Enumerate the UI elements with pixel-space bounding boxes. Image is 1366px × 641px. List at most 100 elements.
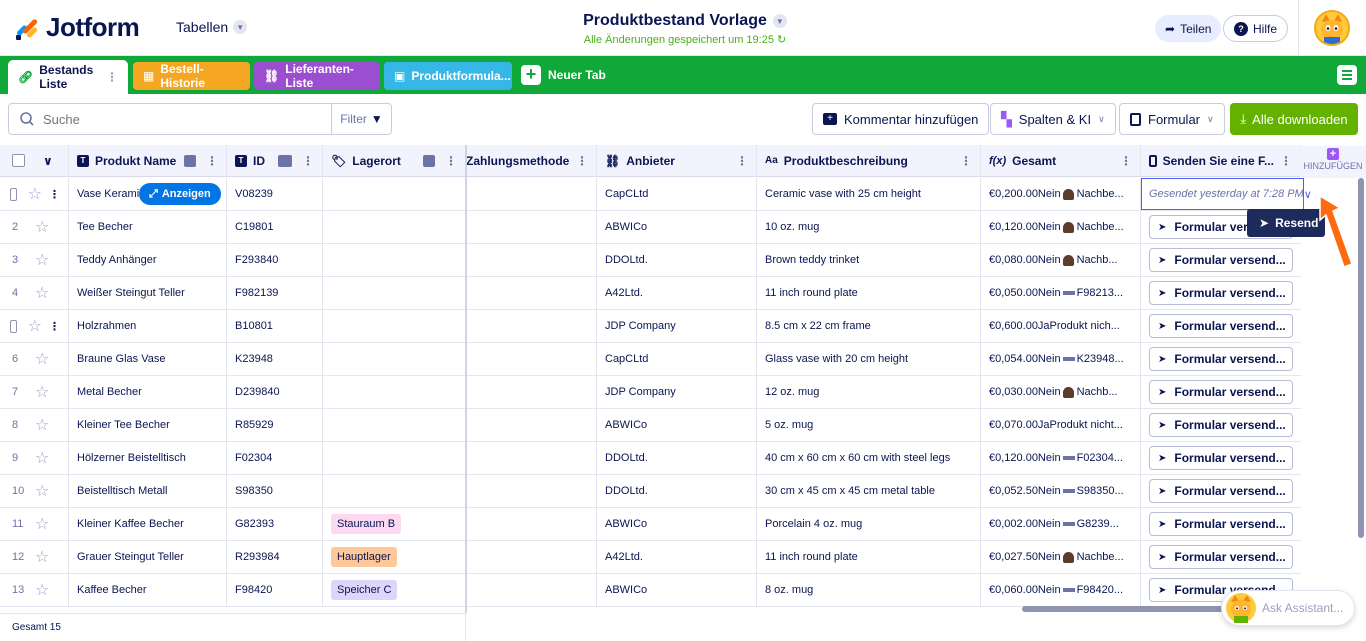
resend-button[interactable]: ➤ Resend (1247, 209, 1325, 237)
star-icon[interactable]: ☆ (35, 481, 49, 501)
cell-payment[interactable] (466, 376, 597, 409)
cell-location[interactable] (323, 343, 466, 376)
cell-location[interactable] (323, 277, 466, 310)
cell-payment[interactable] (466, 178, 597, 211)
cell-description[interactable]: Ceramic vase with 25 cm height (757, 178, 981, 211)
add-comment-button[interactable]: + Kommentar hinzufügen (812, 103, 990, 135)
row-checkbox[interactable] (10, 187, 17, 201)
cell-name[interactable]: Holzrahmen (69, 310, 227, 343)
cell-total[interactable]: €0,060.00Nein F98420... (981, 574, 1141, 607)
column-header-payment[interactable]: Zahlungsmethode ⋮ (466, 145, 597, 177)
column-header-id[interactable]: T ID ⋮ (227, 145, 323, 177)
filter-button[interactable]: Filter ▼ (331, 104, 391, 134)
tab-menu-button[interactable] (1337, 65, 1357, 85)
cell-total[interactable]: €0,027.50Nein Nachbe... (981, 541, 1141, 574)
cell-description[interactable]: 8 oz. mug (757, 574, 981, 607)
cell-description[interactable]: 30 cm x 45 cm x 45 cm metal table (757, 475, 981, 508)
cell-total[interactable]: €0,002.00Nein G8239... (981, 508, 1141, 541)
help-button[interactable]: ? Hilfe (1223, 15, 1289, 42)
avatar[interactable] (1314, 10, 1350, 46)
cell-supplier[interactable]: DDOLtd. (597, 442, 757, 475)
cell-total[interactable]: €0,070.00JaProdukt nicht... (981, 409, 1141, 442)
column-header-description[interactable]: Aa Produktbeschreibung ⋮ (757, 145, 981, 177)
columns-ai-button[interactable]: ▚ Spalten & KI ∨ (990, 103, 1116, 135)
cell-name[interactable]: Braune Glas Vase (69, 343, 227, 376)
cell-id[interactable]: F982139 (227, 277, 323, 310)
cell-supplier[interactable]: ABWICo (597, 574, 757, 607)
cell-send[interactable]: ➤ Formular versend... (1141, 376, 1301, 409)
send-form-button[interactable]: ➤ Formular versend... (1149, 380, 1293, 404)
cell-payment[interactable] (466, 508, 597, 541)
cell-supplier[interactable]: ABWICo (597, 508, 757, 541)
cell-location[interactable] (323, 211, 466, 244)
download-all-button[interactable]: ⤓ Alle downloaden (1230, 103, 1358, 135)
send-form-button[interactable]: ➤ Formular versend... (1149, 413, 1293, 437)
cell-description[interactable]: 8.5 cm x 22 cm frame (757, 310, 981, 343)
cell-id[interactable]: R293984 (227, 541, 323, 574)
cell-payment[interactable] (466, 442, 597, 475)
share-button[interactable]: ➦ Teilen (1155, 15, 1222, 42)
cell-send[interactable]: ➤ Formular versend... (1141, 277, 1301, 310)
cell-id[interactable]: R85929 (227, 409, 323, 442)
send-form-button[interactable]: ➤ Formular versend... (1149, 281, 1293, 305)
send-form-button[interactable]: ➤ Formular versend... (1149, 347, 1293, 371)
cell-id[interactable]: D239840 (227, 376, 323, 409)
cell-send[interactable]: ➤ Formular versend... (1141, 343, 1301, 376)
cell-description[interactable]: 11 inch round plate (757, 277, 981, 310)
add-column-button[interactable]: + HINZUFÜGEN (1300, 146, 1366, 178)
cell-supplier[interactable]: A42Ltd. (597, 541, 757, 574)
cell-total[interactable]: €0,120.00Nein Nachbe... (981, 211, 1141, 244)
cell-location[interactable] (323, 409, 466, 442)
send-form-button[interactable]: ➤ Formular versend... (1149, 545, 1293, 569)
cell-send[interactable]: ➤ Formular versend... (1141, 442, 1301, 475)
new-tab-button[interactable]: + Neuer Tab (521, 65, 606, 85)
chevron-down-icon[interactable]: ∨ (1304, 188, 1312, 201)
cell-payment[interactable] (466, 277, 597, 310)
select-all-checkbox[interactable] (12, 154, 25, 167)
cell-id[interactable]: F02304 (227, 442, 323, 475)
column-header-name[interactable]: T Produkt Name ⋮ (69, 145, 227, 177)
tab-bestell-historie[interactable]: ▦ Bestell-Historie (133, 62, 250, 90)
send-form-button[interactable]: ➤ Formular versend... (1149, 248, 1293, 272)
star-icon[interactable]: ☆ (28, 184, 42, 204)
cell-location[interactable]: Stauraum B (323, 508, 466, 541)
cell-payment[interactable] (466, 310, 597, 343)
star-icon[interactable]: ☆ (35, 580, 49, 600)
cell-description[interactable]: 11 inch round plate (757, 541, 981, 574)
tab-produktformular[interactable]: ▣ Produktformula... (384, 62, 512, 90)
cell-send[interactable]: ➤ Formular versend... (1141, 244, 1301, 277)
cell-payment[interactable] (466, 343, 597, 376)
tab-bestands-liste[interactable]: 🔗︎ Bestands Liste ⋮ (8, 60, 128, 94)
cell-description[interactable]: Glass vase with 20 cm height (757, 343, 981, 376)
tab-lieferanten-liste[interactable]: ⛓︎ Lieferanten-Liste (254, 62, 380, 90)
star-icon[interactable]: ☆ (35, 448, 49, 468)
cell-supplier[interactable]: ABWICo (597, 409, 757, 442)
send-form-button[interactable]: ➤ Formular versend... (1149, 512, 1293, 536)
cell-total[interactable]: €0,054.00Nein K23948... (981, 343, 1141, 376)
cell-payment[interactable] (466, 574, 597, 607)
cell-total[interactable]: €0,052.50Nein S98350... (981, 475, 1141, 508)
row-menu-icon[interactable]: ⋮ (49, 320, 60, 333)
row-checkbox[interactable] (10, 319, 17, 333)
form-button[interactable]: Formular ∨ (1119, 103, 1225, 135)
cell-supplier[interactable]: ABWICo (597, 211, 757, 244)
cell-location[interactable] (323, 178, 466, 211)
cell-id[interactable]: V08239 (227, 178, 323, 211)
cell-id[interactable]: C19801 (227, 211, 323, 244)
cell-send[interactable]: ➤ Formular versend... (1141, 475, 1301, 508)
cell-description[interactable]: Porcelain 4 oz. mug (757, 508, 981, 541)
send-form-button[interactable]: ➤ Formular versend... (1149, 446, 1293, 470)
cell-payment[interactable] (466, 475, 597, 508)
cell-total[interactable]: €0,600.00JaProdukt nich... (981, 310, 1141, 343)
cell-send[interactable]: ➤ Formular versend... (1141, 409, 1301, 442)
tables-dropdown[interactable]: Tabellen ▼ (176, 19, 248, 35)
column-header-send[interactable]: Senden Sie eine F... ⋮ (1141, 145, 1301, 177)
column-menu-icon[interactable]: ⋮ (576, 154, 588, 168)
cell-supplier[interactable]: CapCLtd (597, 178, 757, 211)
cell-payment[interactable] (466, 409, 597, 442)
cell-description[interactable]: 12 oz. mug (757, 376, 981, 409)
star-icon[interactable]: ☆ (35, 250, 49, 270)
cell-name[interactable]: Metal Becher (69, 376, 227, 409)
chevron-down-icon[interactable]: ∨ (43, 154, 53, 168)
cell-total[interactable]: €0,200.00Nein Nachbe... (981, 178, 1141, 211)
